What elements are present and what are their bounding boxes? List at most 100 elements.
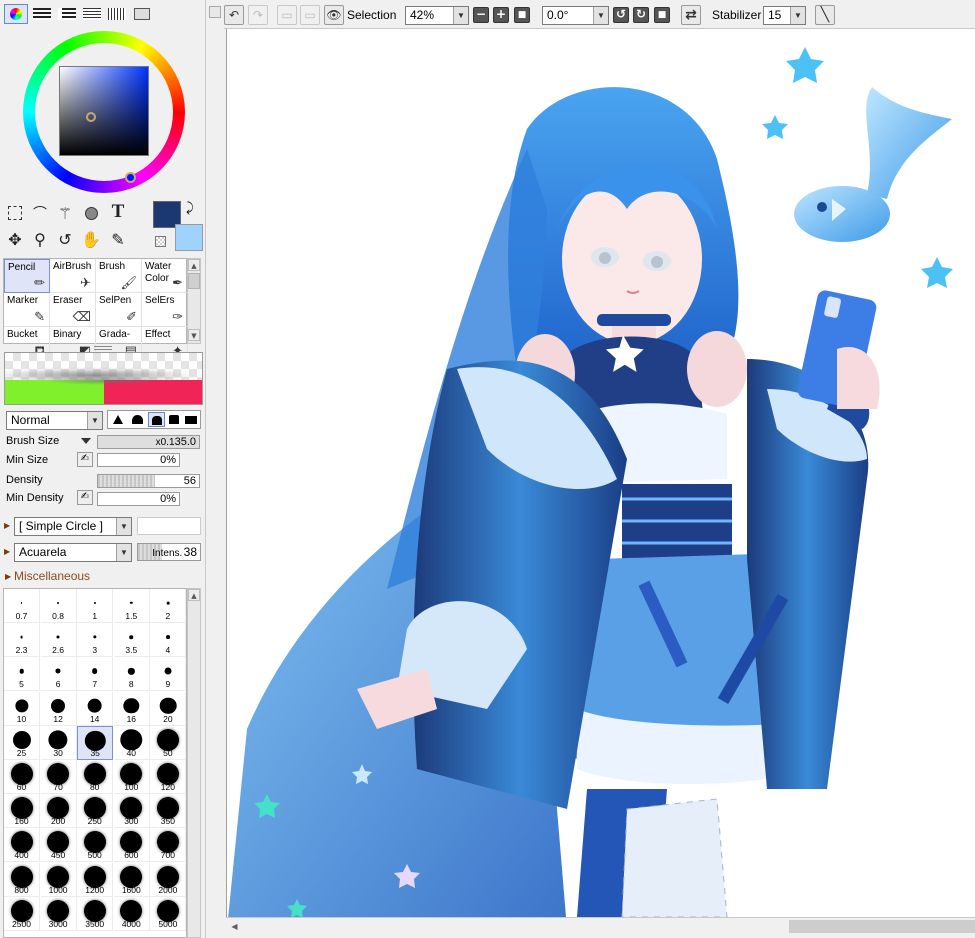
brush-size-preset[interactable]: 2.6 bbox=[40, 623, 77, 658]
brush-size-dropdown-icon[interactable] bbox=[81, 438, 91, 444]
brush-size-preset[interactable]: 600 bbox=[113, 828, 150, 863]
brush-size-preset[interactable]: 1 bbox=[77, 589, 114, 623]
brush-size-preset[interactable]: 40 bbox=[113, 725, 150, 760]
brush-size-preset[interactable]: 3.5 bbox=[113, 623, 150, 658]
brush-edge-selector[interactable] bbox=[107, 410, 201, 429]
panel-resize-grip[interactable] bbox=[94, 346, 112, 350]
eyedropper-icon[interactable]: ✎ bbox=[107, 228, 129, 250]
brush-size-preset[interactable]: 500 bbox=[77, 828, 114, 863]
color-wheel-tab[interactable] bbox=[4, 4, 28, 24]
size-grid-scrollbar[interactable]: ▲ bbox=[187, 588, 201, 938]
brush-size-preset[interactable]: 2000 bbox=[150, 862, 186, 897]
magic-wand-icon[interactable]: ⚚ bbox=[54, 202, 76, 224]
move-icon[interactable]: ✥ bbox=[4, 228, 26, 250]
blend-mode-select[interactable]: Normal ▼ bbox=[6, 411, 103, 430]
brush-size-preset[interactable]: 250 bbox=[77, 794, 114, 829]
secondary-color-swatch[interactable] bbox=[175, 224, 203, 251]
brush-tool-airbrush[interactable]: AirBrush ✈ bbox=[50, 259, 96, 293]
brush-size-preset[interactable]: 3 bbox=[77, 623, 114, 658]
hand-icon[interactable]: ✋ bbox=[80, 228, 102, 250]
brush-size-preset[interactable]: 300 bbox=[113, 794, 150, 829]
brush-size-preset[interactable]: 400 bbox=[4, 828, 40, 863]
brush-size-preset[interactable]: 350 bbox=[150, 794, 186, 829]
brush-size-preset[interactable]: 50 bbox=[150, 725, 186, 760]
brush-size-preset[interactable]: 60 bbox=[4, 760, 40, 794]
saturation-value-square[interactable] bbox=[59, 66, 149, 156]
deselect-button[interactable]: ▭ bbox=[277, 5, 297, 25]
brush-size-preset[interactable]: 25 bbox=[4, 725, 40, 760]
texture-expand-icon[interactable]: ▶ bbox=[4, 547, 10, 556]
min-density-pressure-icon[interactable]: ✍ bbox=[77, 490, 93, 505]
brush-size-preset[interactable]: 4 bbox=[150, 623, 186, 658]
edge-hard-icon[interactable] bbox=[113, 415, 123, 424]
horizontal-scroll-thumb[interactable] bbox=[789, 920, 975, 933]
brush-size-preset[interactable]: 20 bbox=[150, 691, 186, 726]
brush-size-preset[interactable]: 1.5 bbox=[113, 589, 150, 623]
undo-button[interactable]: ↶ bbox=[224, 5, 244, 25]
zoom-reset-button[interactable]: ■ bbox=[514, 7, 530, 23]
brush-size-preset[interactable]: 1600 bbox=[113, 862, 150, 897]
brush-size-preset[interactable]: 200 bbox=[40, 794, 77, 829]
brush-grid-scrollbar[interactable]: ▲ ▼ bbox=[187, 258, 201, 344]
brush-size-preset[interactable]: 0.8 bbox=[40, 589, 77, 623]
brush-tool-pencil[interactable]: Pencil ✏ bbox=[4, 259, 50, 293]
scratchpad-tab[interactable] bbox=[134, 8, 150, 20]
brush-tool-water-color[interactable]: Water Color ✒ bbox=[142, 259, 188, 293]
brush-size-preset[interactable]: 700 bbox=[150, 828, 186, 863]
size-scroll-up-arrow[interactable]: ▲ bbox=[188, 589, 200, 601]
min-size-slider[interactable]: 0% bbox=[97, 453, 180, 467]
zoom-select[interactable]: 42% ▼ bbox=[405, 6, 469, 25]
brush-size-preset[interactable]: 3500 bbox=[77, 896, 114, 931]
min-size-pressure-icon[interactable]: ✍ bbox=[77, 452, 93, 467]
stabilizer-select[interactable]: 15 ▼ bbox=[763, 6, 806, 25]
min-density-slider[interactable]: 0% bbox=[97, 492, 180, 506]
shape-strength-field[interactable] bbox=[137, 517, 201, 535]
brush-tool-selers[interactable]: SelErs ✑ bbox=[142, 293, 188, 327]
rotation-select[interactable]: 0.0° ▼ bbox=[542, 6, 609, 25]
edge-medium-icon[interactable] bbox=[132, 415, 143, 424]
brush-tool-eraser[interactable]: Eraser ⌫ bbox=[50, 293, 96, 327]
zoom-in-button[interactable]: + bbox=[493, 7, 509, 23]
user-swatches-tab[interactable] bbox=[108, 8, 126, 20]
brush-tool-selpen[interactable]: SelPen ✐ bbox=[96, 293, 142, 327]
brush-size-preset[interactable]: 10 bbox=[4, 691, 40, 726]
scroll-up-arrow[interactable]: ▲ bbox=[188, 259, 200, 271]
brush-size-preset[interactable]: 12 bbox=[40, 691, 77, 726]
rotate-left-button[interactable]: ↺ bbox=[613, 7, 629, 23]
swap-colors-icon[interactable]: ⤸ bbox=[186, 201, 194, 216]
brush-size-preset[interactable]: 100 bbox=[113, 760, 150, 794]
brush-texture-select[interactable]: Acuarela ▼ bbox=[14, 543, 132, 562]
brush-size-preset[interactable]: 8 bbox=[113, 657, 150, 692]
density-slider[interactable]: 56 bbox=[97, 474, 200, 488]
brush-size-preset[interactable]: 2 bbox=[150, 589, 186, 623]
brush-tool-brush[interactable]: Brush 🖌 bbox=[96, 259, 142, 293]
brush-size-preset[interactable]: 5000 bbox=[150, 896, 186, 931]
rotate-right-button[interactable]: ↻ bbox=[633, 7, 649, 23]
brush-size-preset[interactable]: 4000 bbox=[113, 896, 150, 931]
invert-selection-button[interactable]: ▭ bbox=[300, 5, 320, 25]
text-tool-icon[interactable]: T bbox=[107, 201, 129, 223]
brush-size-preset[interactable]: 5 bbox=[4, 657, 40, 692]
brush-size-preset[interactable]: 9 bbox=[150, 657, 186, 692]
hue-picker-handle[interactable] bbox=[125, 172, 136, 183]
edge-square-icon[interactable] bbox=[185, 416, 197, 424]
misc-expand-icon[interactable]: ▶ bbox=[5, 572, 11, 581]
brush-size-preset[interactable]: 80 bbox=[77, 760, 114, 794]
flip-horizontal-button[interactable]: ⇄ bbox=[681, 5, 701, 25]
brush-size-preset[interactable]: 800 bbox=[4, 862, 40, 897]
redo-button[interactable]: ↷ bbox=[248, 5, 268, 25]
brush-size-preset[interactable]: 14 bbox=[77, 691, 114, 726]
brush-size-preset[interactable]: 6 bbox=[40, 657, 77, 692]
color-swatches-tab[interactable] bbox=[83, 8, 101, 20]
selection-visibility-icon[interactable]: 👁 bbox=[324, 5, 344, 25]
hsv-slider-tab[interactable] bbox=[58, 8, 76, 20]
brush-size-preset[interactable]: 120 bbox=[150, 760, 186, 794]
rotate-icon[interactable]: ↺ bbox=[54, 228, 76, 250]
brush-tool-marker[interactable]: Marker ✎ bbox=[4, 293, 50, 327]
brush-size-preset[interactable]: 7 bbox=[77, 657, 114, 692]
misc-section-label[interactable]: Miscellaneous bbox=[14, 569, 90, 583]
brush-size-preset[interactable]: 2.3 bbox=[4, 623, 40, 658]
brush-size-preset[interactable]: 70 bbox=[40, 760, 77, 794]
edge-soft-icon[interactable] bbox=[169, 415, 179, 424]
zoom-icon[interactable]: ⚲ bbox=[29, 228, 51, 250]
